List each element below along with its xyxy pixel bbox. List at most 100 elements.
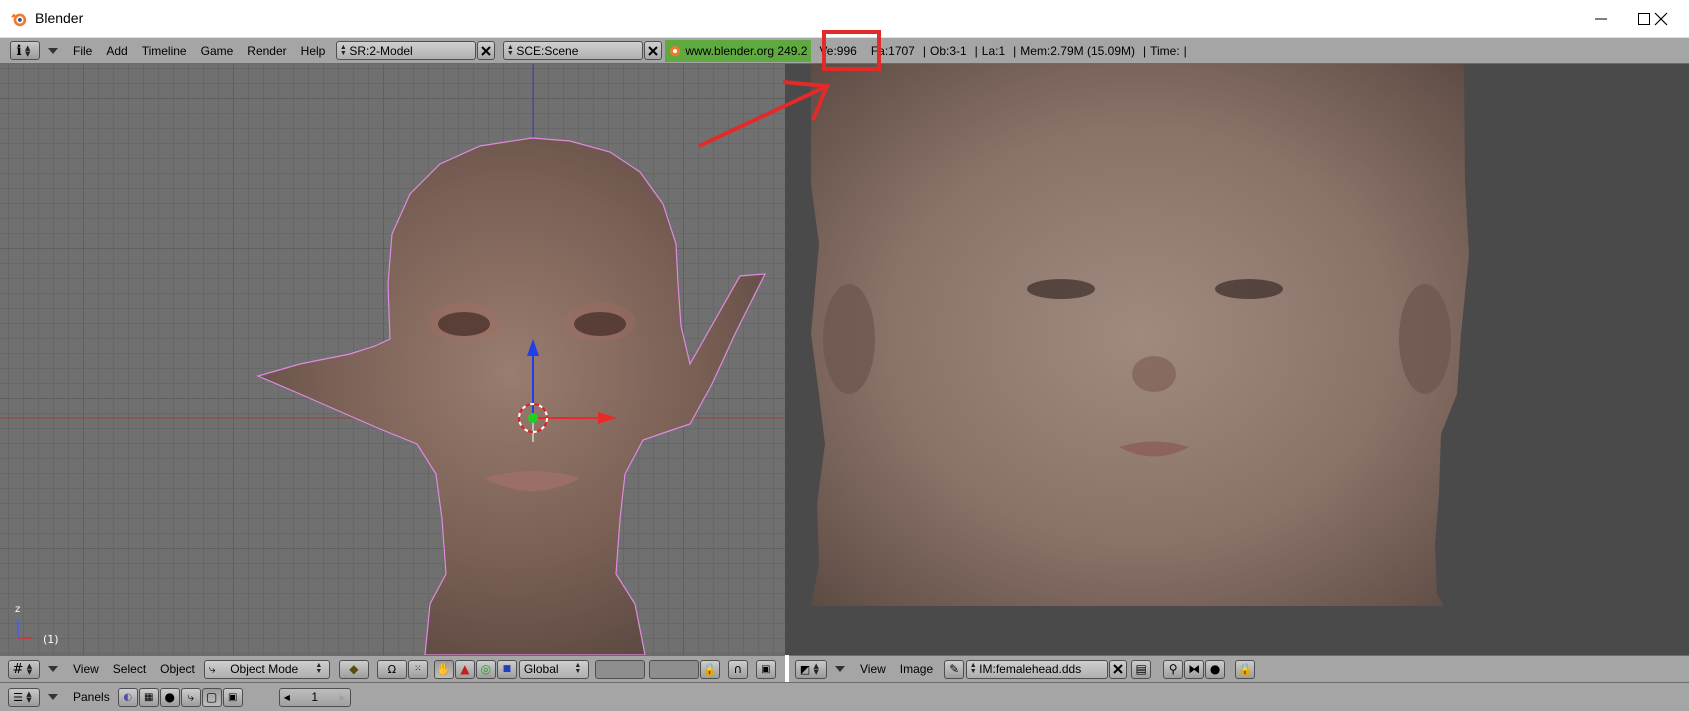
orientation-selector[interactable]: Global ▲ ▼ (518, 659, 589, 679)
texture-paint-button[interactable]: ⚲ (1163, 659, 1184, 679)
object-count: Ob:3-1 (929, 43, 967, 58)
blender-logo-icon (10, 13, 27, 27)
close-icon (481, 45, 492, 56)
window-type-menu[interactable]: i ▲ ▼ (10, 41, 40, 60)
separator: | (1142, 43, 1147, 58)
collapse-menu-icon[interactable] (835, 666, 845, 672)
separator: | (974, 43, 978, 58)
render-time: Time: (1150, 43, 1180, 58)
object-icon: ⤷ (187, 689, 195, 704)
logic-context-button[interactable]: ◐ (117, 687, 138, 707)
script-context-button[interactable]: ▦ (138, 687, 159, 707)
frame-counter[interactable]: ◀ 1 ▶ (278, 687, 351, 707)
axis-indicator-label: z (15, 604, 21, 615)
delete-screen-button[interactable] (477, 41, 496, 60)
collapse-menu-icon[interactable] (48, 666, 58, 672)
image-selector[interactable]: ▲ ▼ IM:femalehead.dds (966, 659, 1109, 679)
alpha-toggle[interactable]: ⧓ (1184, 659, 1205, 679)
separator: | (922, 43, 926, 58)
package-icon: ▤ (1135, 662, 1147, 676)
lock-layer-button[interactable]: 🔒 (699, 659, 720, 679)
pack-image-button[interactable]: ▤ (1131, 659, 1152, 679)
lock-icon: 🔒 (1237, 662, 1253, 676)
sphere-icon: ● (164, 690, 175, 704)
updown-arrows-icon: ▲ ▼ (24, 43, 31, 58)
layer-buttons-1[interactable] (594, 659, 645, 679)
menu-view[interactable]: View (853, 662, 893, 676)
magnet-icon: ∩ (733, 662, 743, 676)
pivot-menu[interactable]: Ω (376, 659, 407, 679)
menu-image[interactable]: Image (893, 662, 940, 676)
menu-select[interactable]: Select (106, 662, 153, 676)
render-preview-button[interactable]: ▣ (755, 659, 776, 679)
object-context-button[interactable]: ⤷ (180, 687, 201, 707)
scene-selector[interactable]: ▲ ▼ SCE:Scene (503, 41, 644, 60)
updown-arrows-icon: ▲ ▼ (315, 662, 323, 675)
editor-type-menu[interactable]: ◩ ▲ ▼ (795, 659, 827, 679)
hand-icon: ✋ (436, 662, 452, 676)
menu-add[interactable]: Add (99, 44, 134, 58)
3d-view-header: # ▲ ▼ View Select Object ⤷ Object Mode ▲ ▼… (0, 655, 785, 682)
editor-type-menu[interactable]: # ▲ ▼ (8, 659, 40, 679)
close-icon (1113, 664, 1123, 674)
menu-game[interactable]: Game (194, 44, 241, 58)
record-button[interactable]: ● (1205, 659, 1226, 679)
collapse-menu-icon[interactable] (48, 47, 58, 54)
delete-scene-button[interactable] (644, 41, 663, 60)
menu-timeline[interactable]: Timeline (135, 44, 194, 58)
grid-icon: # (12, 661, 24, 677)
menu-help[interactable]: Help (294, 44, 333, 58)
mode-selector[interactable]: ⤷ Object Mode ▲ ▼ (203, 659, 330, 679)
menu-view[interactable]: View (66, 662, 106, 676)
version-text: www.blender.org 249.2 (685, 43, 808, 58)
updown-arrows-icon: ▲ ▼ (339, 43, 347, 57)
screen-selector[interactable]: ▲ ▼ SR:2-Model (336, 41, 477, 60)
separator: | (1013, 43, 1017, 58)
minimize-button[interactable] (1573, 0, 1629, 38)
updown-arrows-icon: ▲ ▼ (506, 43, 514, 57)
head-mesh[interactable] (256, 137, 767, 655)
left-eyelid (428, 302, 500, 342)
logic-icon: ◐ (123, 691, 133, 703)
image-editor-icon: ◩ (799, 662, 811, 676)
decrement-icon: ◀ (283, 692, 290, 702)
snap-toggle[interactable]: ∩ (727, 659, 748, 679)
manipulator-toggle[interactable]: ✋ (433, 659, 454, 679)
buttons-window-icon: ☰ (13, 690, 23, 704)
menu-object[interactable]: Object (153, 662, 202, 676)
texture-nose (1132, 356, 1176, 392)
scene-name: SCE:Scene (516, 43, 579, 58)
collapse-menu-icon[interactable] (48, 694, 58, 700)
dots-icon: ⁙ (414, 664, 422, 674)
shading-context-button[interactable]: ● (159, 687, 180, 707)
unlink-image-button[interactable] (1109, 659, 1128, 679)
menu-file[interactable]: File (66, 44, 99, 58)
close-button[interactable] (1633, 0, 1689, 38)
image-editor-viewport[interactable] (789, 64, 1689, 655)
3d-viewport[interactable]: z (1) (0, 64, 785, 655)
separator: | (1183, 43, 1187, 58)
panels-label[interactable]: Panels (66, 690, 117, 704)
scale-manipulator[interactable]: ■ (496, 659, 517, 679)
texture-area (811, 64, 1469, 606)
align-toggle[interactable]: ⁙ (407, 659, 428, 679)
minimize-icon (1595, 18, 1607, 20)
paint-toggle[interactable]: ✎ (944, 659, 965, 679)
texture-left-eye (1027, 279, 1095, 299)
rotate-manipulator[interactable]: ◎ (475, 659, 496, 679)
translate-manipulator[interactable]: ▲ (454, 659, 475, 679)
menu-render[interactable]: Render (240, 44, 293, 58)
increment-icon: ▶ (339, 692, 346, 702)
screen-name: SR:2-Model (349, 43, 413, 58)
editing-context-button[interactable]: ▢ (201, 687, 222, 707)
scene-context-button[interactable]: ▣ (222, 687, 243, 707)
object-origin-icon (528, 413, 538, 423)
lamp-count: La:1 (981, 43, 1006, 58)
lock-button[interactable]: 🔒 (1235, 659, 1256, 679)
draw-type-menu[interactable]: ◆ (338, 659, 369, 679)
layer-buttons-2[interactable] (648, 659, 699, 679)
editor-type-menu[interactable]: ☰ ▲ ▼ (8, 687, 40, 707)
brush-icon: ✎ (949, 662, 960, 676)
scale-icon: ■ (502, 664, 512, 674)
frame-value: 1 (311, 690, 319, 704)
